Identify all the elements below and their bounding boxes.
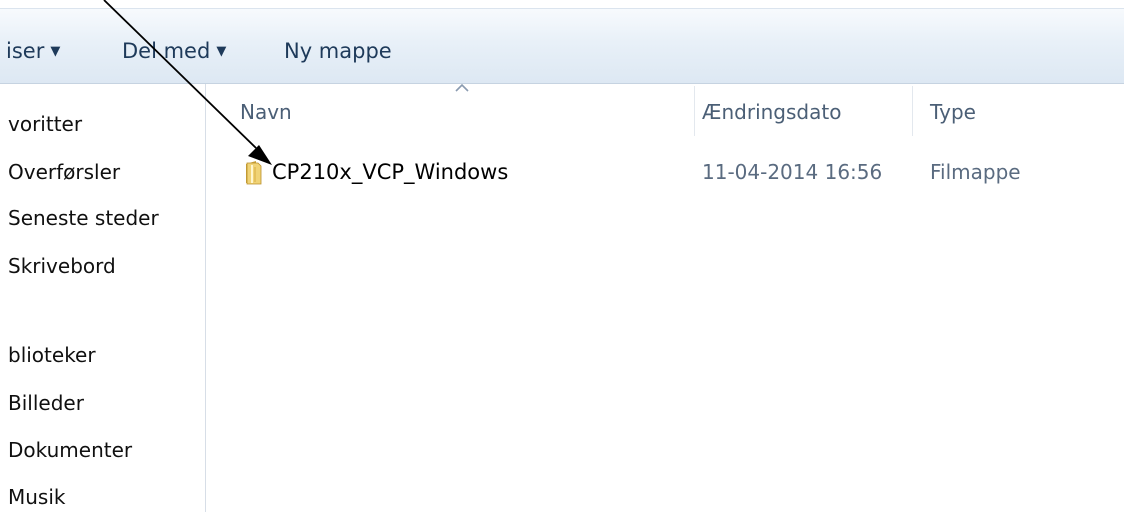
nav-item-libraries[interactable]: blioteker bbox=[8, 343, 96, 367]
share-with-label: Del med bbox=[122, 39, 211, 63]
column-header-type[interactable]: Type bbox=[930, 100, 976, 124]
nav-item-favorites[interactable]: voritter bbox=[8, 112, 82, 136]
chevron-down-icon: ▼ bbox=[50, 44, 61, 59]
chevron-down-icon: ▼ bbox=[216, 44, 227, 59]
nav-item-downloads[interactable]: Overførsler bbox=[8, 160, 120, 184]
nav-item-desktop[interactable]: Skrivebord bbox=[8, 254, 116, 278]
column-header-date[interactable]: Ændringsdato bbox=[702, 100, 841, 124]
share-with-button[interactable]: Del med ▼ bbox=[122, 39, 226, 63]
new-folder-button[interactable]: Ny mappe bbox=[284, 39, 392, 63]
nav-item-recent-places[interactable]: Seneste steder bbox=[8, 206, 159, 230]
file-modified-date: 11-04-2014 16:56 bbox=[702, 160, 883, 184]
column-divider[interactable] bbox=[694, 86, 695, 136]
nav-item-documents[interactable]: Dokumenter bbox=[8, 438, 132, 462]
new-folder-label: Ny mappe bbox=[284, 39, 392, 63]
sort-ascending-icon bbox=[455, 84, 469, 92]
file-type: Filmappe bbox=[930, 160, 1021, 184]
nav-item-music[interactable]: Musik bbox=[8, 485, 66, 509]
command-bar: iser ▼ Del med ▼ Ny mappe bbox=[0, 8, 1124, 84]
organize-label: iser bbox=[6, 39, 45, 63]
organize-button[interactable]: iser ▼ bbox=[6, 39, 60, 63]
navigation-pane: voritter Overførsler Seneste steder Skri… bbox=[0, 84, 206, 512]
file-row[interactable]: CP210x_VCP_Windows 11-04-2014 16:56 Film… bbox=[226, 150, 1106, 194]
file-name[interactable]: CP210x_VCP_Windows bbox=[272, 160, 508, 184]
column-header-name[interactable]: Navn bbox=[240, 100, 292, 124]
column-divider[interactable] bbox=[912, 86, 913, 136]
folder-icon bbox=[246, 161, 262, 185]
nav-item-pictures[interactable]: Billeder bbox=[8, 391, 84, 415]
